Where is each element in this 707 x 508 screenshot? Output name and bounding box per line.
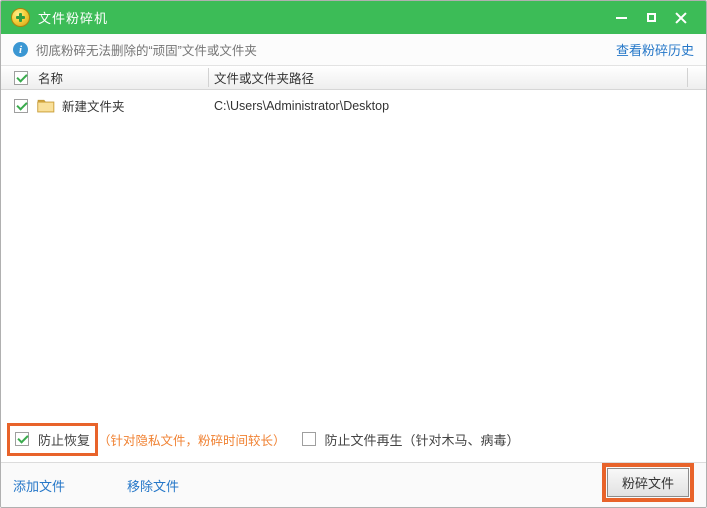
app-coin-icon xyxy=(11,8,30,27)
row-checkbox[interactable] xyxy=(14,99,28,113)
column-divider-end xyxy=(687,68,688,87)
prevent-recovery-label[interactable]: 防止恢复 xyxy=(38,430,90,449)
prevent-recovery-checkbox[interactable] xyxy=(15,432,29,446)
folder-icon xyxy=(37,98,55,113)
select-all-checkbox[interactable] xyxy=(14,71,28,85)
footer-bar: 添加文件 移除文件 粉碎文件 xyxy=(1,462,706,507)
minimize-icon xyxy=(616,17,627,19)
info-message: 彻底粉碎无法删除的“顽固”文件或文件夹 xyxy=(36,40,257,59)
maximize-icon xyxy=(647,13,656,22)
file-list-empty-area xyxy=(1,121,706,422)
window-title: 文件粉碎机 xyxy=(38,8,108,27)
prevent-regeneration-label[interactable]: 防止文件再生（针对木马、病毒） xyxy=(325,430,520,449)
table-row[interactable]: 新建文件夹 C:\Users\Administrator\Desktop xyxy=(1,90,706,121)
column-header-path: 文件或文件夹路径 xyxy=(214,68,314,87)
close-button[interactable] xyxy=(666,6,696,30)
prevent-regeneration-option: 防止文件再生（针对木马、病毒） xyxy=(302,430,520,449)
shred-files-button[interactable]: 粉碎文件 xyxy=(607,468,689,497)
shred-button-highlight-box: 粉碎文件 xyxy=(602,463,694,502)
column-header-name: 名称 xyxy=(38,68,63,87)
file-shredder-window: 文件粉碎机 彻底粉碎无法删除的“顽固”文件或文件夹 查看粉碎历史 名称 文件或文… xyxy=(0,0,707,508)
table-header: 名称 文件或文件夹路径 xyxy=(1,65,706,90)
column-divider xyxy=(208,68,209,87)
options-row: 防止恢复 （针对隐私文件，粉碎时间较长） 防止文件再生（针对木马、病毒） xyxy=(1,422,706,462)
add-files-link[interactable]: 添加文件 xyxy=(13,476,65,495)
titlebar: 文件粉碎机 xyxy=(1,1,706,34)
info-bar: 彻底粉碎无法删除的“顽固”文件或文件夹 查看粉碎历史 xyxy=(1,34,706,65)
info-icon xyxy=(13,42,28,57)
prevent-recovery-highlight-box: 防止恢复 xyxy=(7,423,98,456)
maximize-button[interactable] xyxy=(636,6,666,30)
window-controls xyxy=(606,6,696,30)
close-icon xyxy=(675,12,687,24)
remove-files-link[interactable]: 移除文件 xyxy=(127,476,179,495)
row-file-path: C:\Users\Administrator\Desktop xyxy=(214,99,389,113)
row-file-name: 新建文件夹 xyxy=(62,96,125,115)
prevent-recovery-note: （针对隐私文件，粉碎时间较长） xyxy=(98,430,286,449)
prevent-regeneration-checkbox[interactable] xyxy=(302,432,316,446)
view-shred-history-link[interactable]: 查看粉碎历史 xyxy=(616,40,694,59)
minimize-button[interactable] xyxy=(606,6,636,30)
